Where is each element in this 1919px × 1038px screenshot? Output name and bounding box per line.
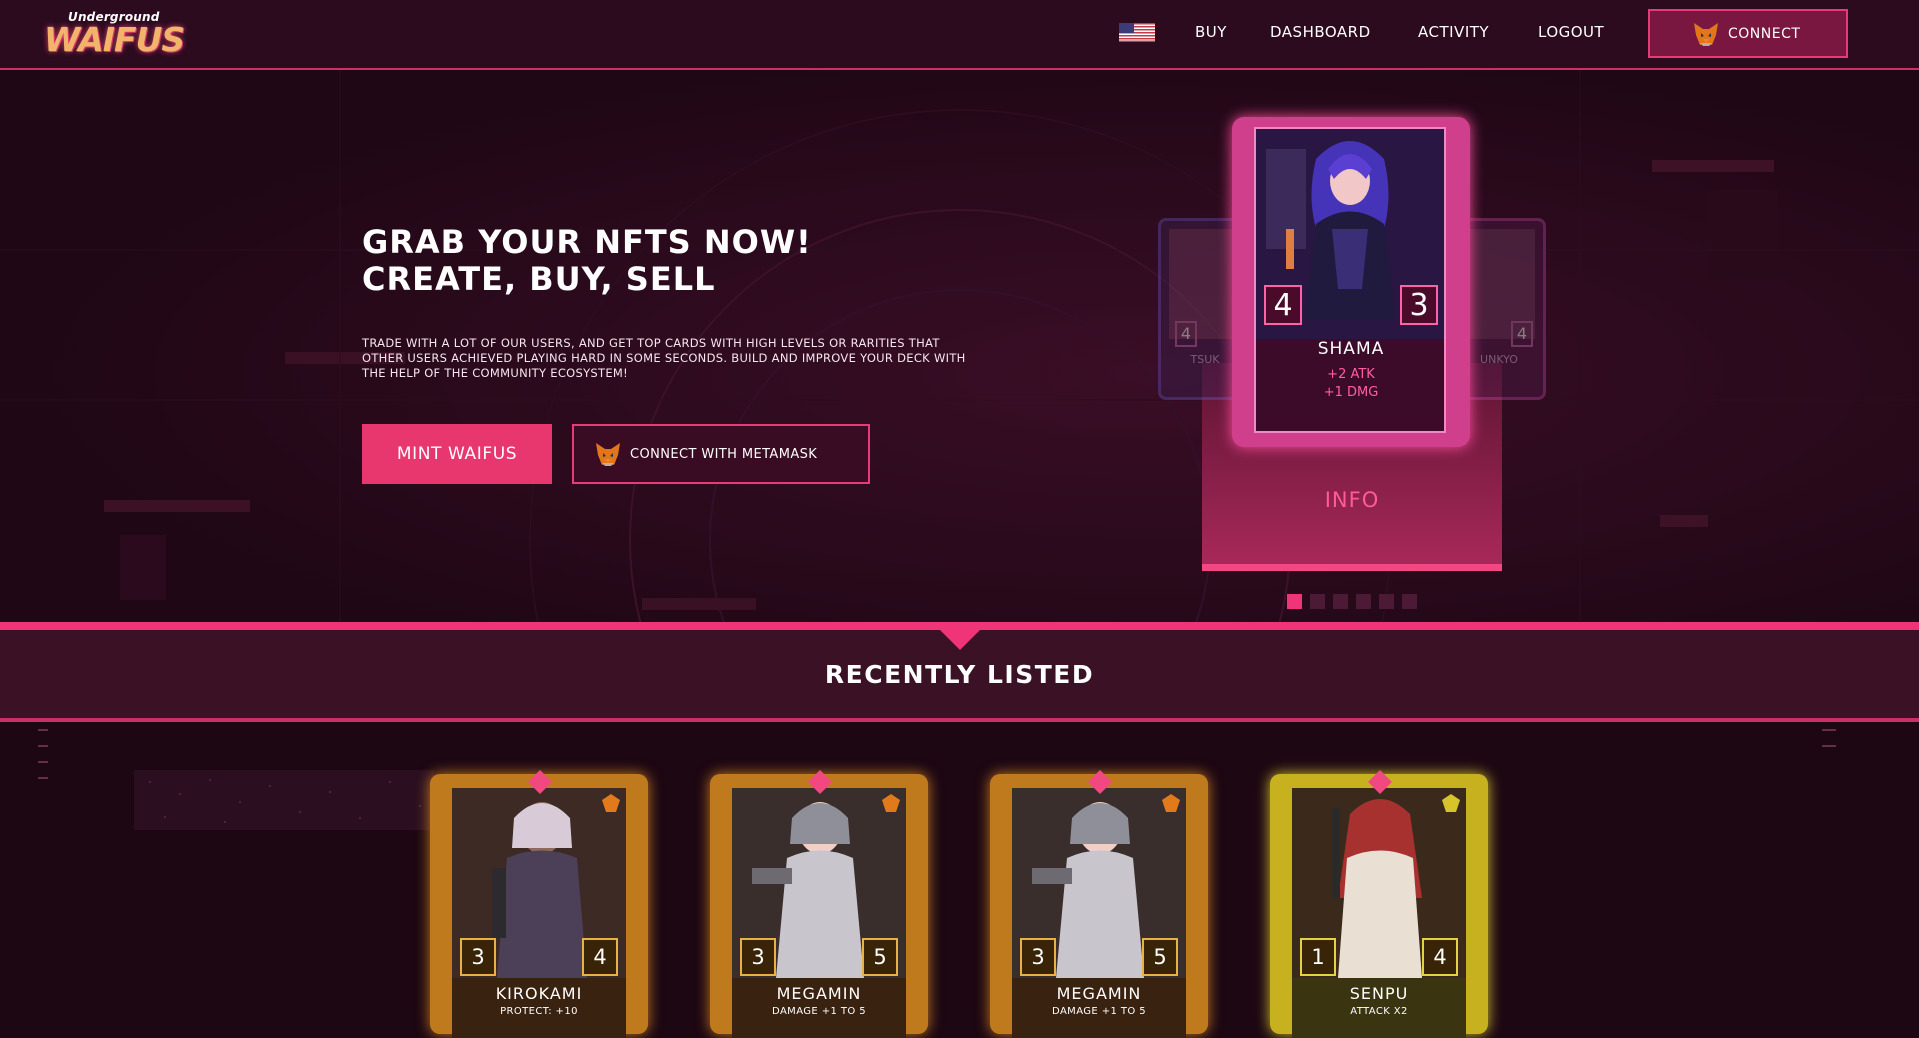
faction-badge-icon bbox=[602, 794, 620, 812]
faction-badge-icon bbox=[1442, 794, 1460, 812]
card-name: SENPU bbox=[1349, 984, 1409, 1003]
listed-card-megamin[interactable]: 3 5 MEGAMIN DAMAGE +1 TO 5 bbox=[990, 770, 1208, 1038]
card-attack-stat: 1 bbox=[1300, 938, 1336, 976]
listing-background-decoration bbox=[0, 722, 1919, 1028]
hero-title: GRAB YOUR NFTS NOW! CREATE, BUY, SELL bbox=[362, 224, 962, 298]
card-defense-stat: 5 bbox=[1142, 938, 1178, 976]
card-stat-left: 4 bbox=[1175, 321, 1197, 347]
connect-button-label: CONNECT bbox=[1728, 25, 1801, 42]
carousel-dot-5[interactable] bbox=[1379, 594, 1394, 609]
card-effect-line-2: +1 DMG bbox=[1323, 385, 1379, 400]
carousel-dot-2[interactable] bbox=[1310, 594, 1325, 609]
card-ability: DAMAGE +1 TO 5 bbox=[772, 1006, 866, 1017]
faction-badge-icon bbox=[1162, 794, 1180, 812]
carousel-dot-6[interactable] bbox=[1402, 594, 1417, 609]
connect-wallet-button[interactable]: CONNECT bbox=[1648, 9, 1848, 58]
card-ability: DAMAGE +1 TO 5 bbox=[1052, 1006, 1146, 1017]
listed-card-kirokami[interactable]: 3 4 KIROKAMI PROTECT: +10 bbox=[430, 770, 648, 1038]
nav-buy-link[interactable]: BUY bbox=[1195, 23, 1227, 41]
carousel-pagination bbox=[1287, 594, 1417, 609]
hero-title-line-2: CREATE, BUY, SELL bbox=[362, 260, 716, 298]
listed-card-megamin[interactable]: 3 5 MEGAMIN DAMAGE +1 TO 5 bbox=[710, 770, 928, 1038]
card-attack-stat: 4 bbox=[1264, 285, 1302, 325]
card-defense-stat: 4 bbox=[1422, 938, 1458, 976]
nav-dashboard-link[interactable]: DASHBOARD bbox=[1270, 23, 1371, 41]
card-attack-stat: 3 bbox=[1020, 938, 1056, 976]
nav-activity-link[interactable]: ACTIVITY bbox=[1418, 23, 1489, 41]
card-name: SHAMA bbox=[1317, 339, 1385, 359]
card-defense-stat: 3 bbox=[1400, 285, 1438, 325]
card-defense-stat: 4 bbox=[582, 938, 618, 976]
listed-card-senpu[interactable]: 1 4 SENPU ATTACK X2 bbox=[1270, 770, 1488, 1038]
band-arrow-icon bbox=[938, 628, 982, 650]
hero-description: Trade with a lot of our users, and get t… bbox=[362, 336, 966, 380]
faction-badge-icon bbox=[882, 794, 900, 812]
top-navbar: Underground WAIFUS BUY DASHBOARD ACTIVIT… bbox=[0, 0, 1919, 70]
card-name: MEGAMIN bbox=[1056, 984, 1142, 1003]
carousel-dot-1[interactable] bbox=[1287, 594, 1302, 609]
us-flag-icon[interactable] bbox=[1119, 23, 1155, 42]
rarity-gem-icon bbox=[1368, 770, 1392, 794]
rarity-gem-icon bbox=[1088, 770, 1112, 794]
rarity-gem-icon bbox=[808, 770, 832, 794]
metamask-fox-icon bbox=[1694, 22, 1718, 46]
carousel-dot-3[interactable] bbox=[1333, 594, 1348, 609]
card-stat-right: 4 bbox=[1511, 321, 1533, 347]
listing-area bbox=[0, 722, 1919, 1028]
card-attack-stat: 3 bbox=[460, 938, 496, 976]
recently-listed-title: RECENTLY LISTED bbox=[824, 660, 1095, 689]
metamask-fox-icon bbox=[596, 443, 620, 466]
card-ability: PROTECT: +10 bbox=[500, 1006, 578, 1017]
featured-nft-card[interactable]: 4 3 SHAMA +2 ATK +1 DMG bbox=[1232, 117, 1470, 447]
hero-section: GRAB YOUR NFTS NOW! CREATE, BUY, SELL Tr… bbox=[0, 70, 1919, 622]
hero-title-line-1: GRAB YOUR NFTS NOW! bbox=[362, 223, 812, 261]
card-name: KIROKAMI bbox=[495, 984, 583, 1003]
card-defense-stat: 5 bbox=[862, 938, 898, 976]
mint-waifus-button[interactable]: MINT WAIFUS bbox=[362, 424, 552, 484]
connect-metamask-button[interactable]: CONNECT WITH METAMASK bbox=[572, 424, 870, 484]
card-info-label[interactable]: INFO bbox=[1202, 488, 1502, 512]
carousel-dot-4[interactable] bbox=[1356, 594, 1371, 609]
card-effect-line-1: +2 ATK bbox=[1327, 367, 1375, 382]
underground-waifus-logo[interactable]: Underground WAIFUS bbox=[44, 10, 185, 59]
card-attack-stat: 3 bbox=[740, 938, 776, 976]
card-name: MEGAMIN bbox=[776, 984, 862, 1003]
logo-main-text: WAIFUS bbox=[44, 20, 185, 59]
card-ability: ATTACK X2 bbox=[1350, 1006, 1408, 1017]
rarity-gem-icon bbox=[528, 770, 552, 794]
metamask-button-label: CONNECT WITH METAMASK bbox=[630, 446, 818, 462]
nav-logout-link[interactable]: LOGOUT bbox=[1538, 23, 1604, 41]
